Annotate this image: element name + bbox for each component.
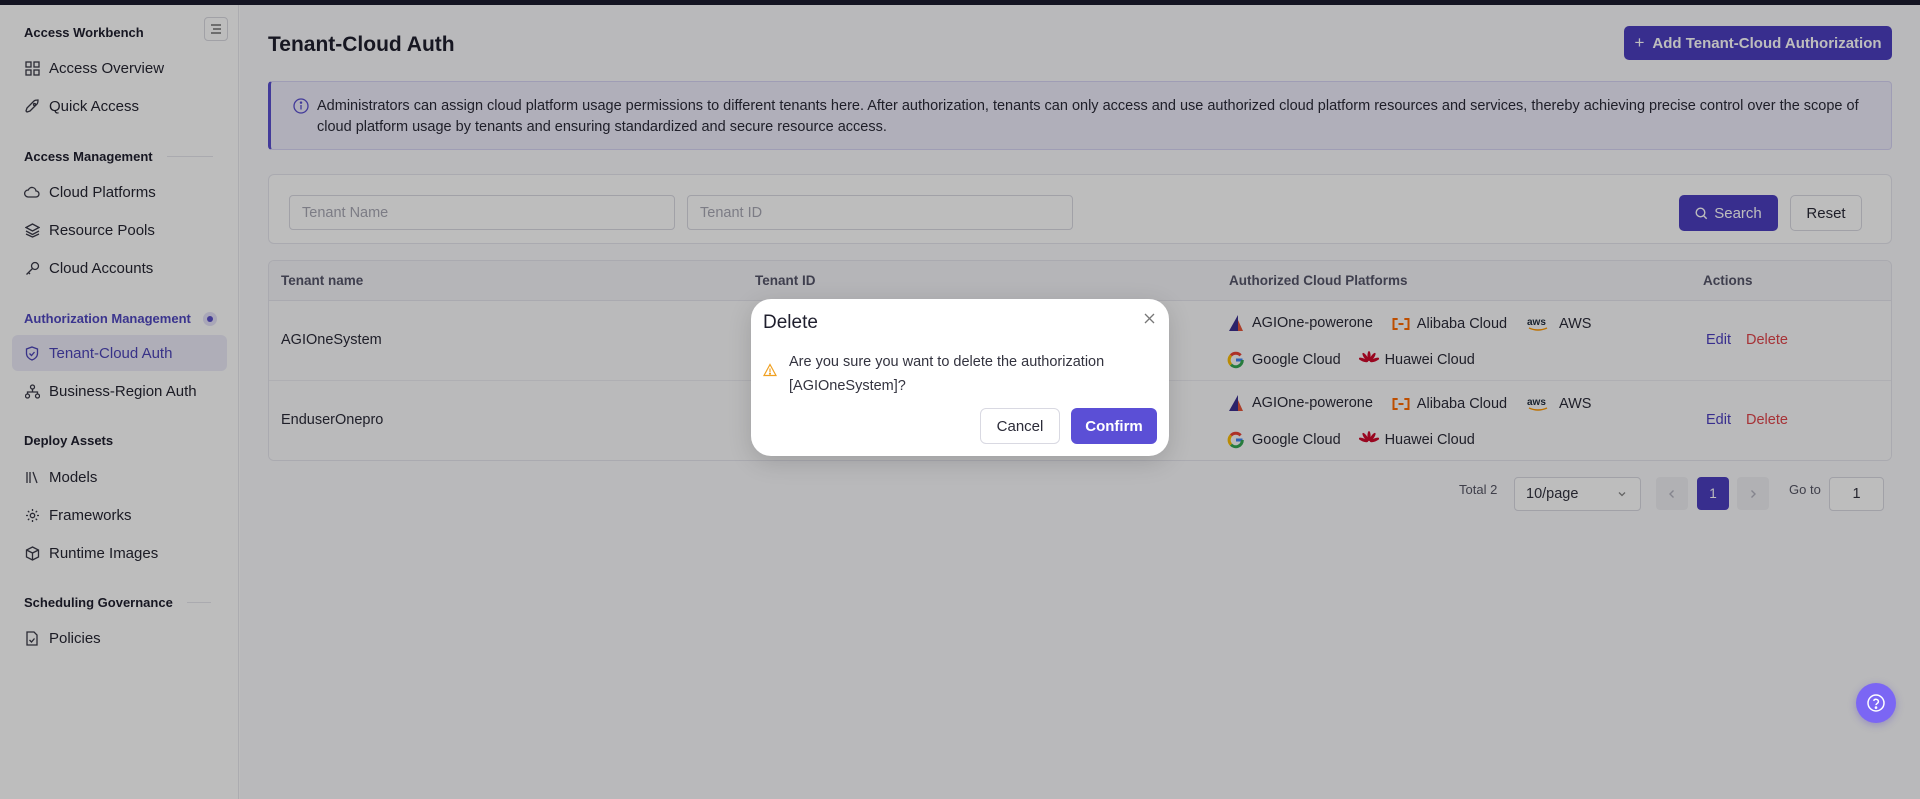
help-button[interactable] — [1856, 683, 1896, 723]
dialog-title: Delete — [763, 312, 818, 333]
warning-icon — [763, 363, 777, 377]
cancel-button[interactable]: Cancel — [980, 408, 1060, 444]
confirm-button[interactable]: Confirm — [1071, 408, 1157, 444]
close-icon[interactable] — [1141, 310, 1157, 326]
dialog-message: Are you sure you want to delete the auth… — [789, 354, 1105, 394]
help-icon — [1867, 694, 1885, 712]
delete-confirm-dialog: Delete Are you sure you want to delete t… — [751, 299, 1169, 456]
